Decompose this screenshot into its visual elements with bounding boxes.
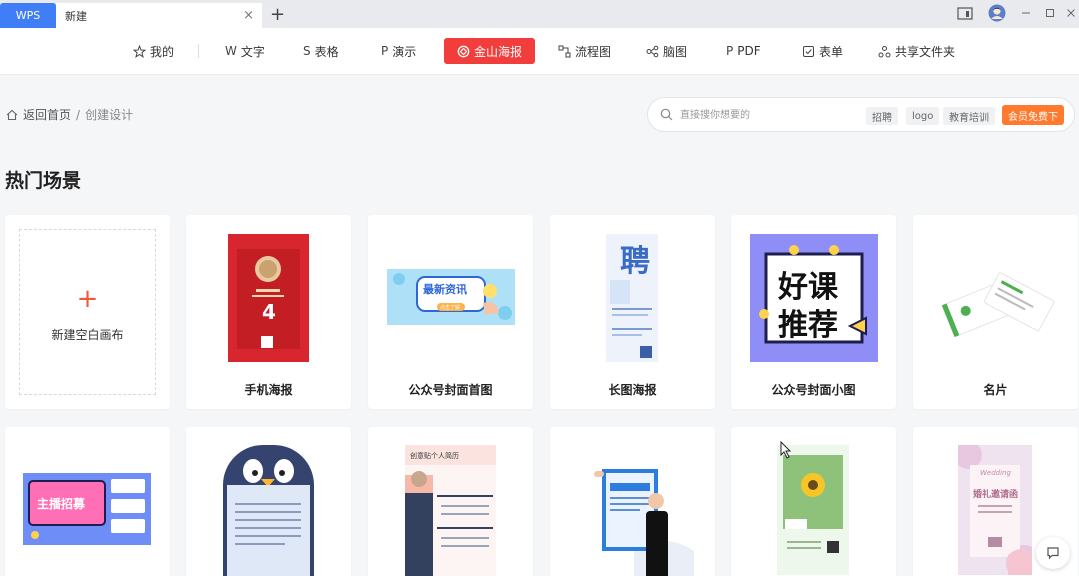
nav-label-sheet: 表格 (314, 44, 339, 59)
nav-label-mine: 我的 (150, 44, 175, 59)
title-bar: WPS 新建 × + (0, 0, 1079, 28)
nav-item-shared-folder[interactable]: 共享文件夹 (878, 38, 955, 64)
template-card-penguin[interactable] (186, 427, 351, 576)
slides-icon: P (381, 44, 389, 58)
nav-label-slides: 演示 (392, 44, 417, 59)
tab-new[interactable]: 新建 × (56, 3, 262, 28)
nav-label-writer: 文字 (240, 44, 265, 59)
poster-icon (457, 45, 470, 57)
search-input[interactable] (680, 105, 880, 125)
blank-canvas-label: 新建空白画布 (51, 328, 124, 342)
nav-label-form: 表单 (819, 44, 844, 59)
nav-label-mindmap: 脑图 (663, 44, 688, 59)
penguin-letter-thumbnail (223, 445, 314, 576)
vacation-poster-thumbnail (594, 461, 694, 576)
template-card-resume[interactable]: 创意贴个人简历 (368, 427, 533, 576)
search-tag-recruit[interactable]: 招聘 (866, 107, 898, 125)
resume-thumbnail: 创意贴个人简历 (405, 445, 496, 576)
nav-item-form[interactable]: 表单 (802, 38, 843, 64)
wechat-cover-subtitle: 点击了解 (440, 305, 461, 311)
template-card-sunflower-poster[interactable] (731, 427, 896, 576)
card-label-wechat-small-cover: 公众号封面小图 (771, 383, 856, 397)
template-card-business-card[interactable]: 名片 (913, 215, 1078, 409)
app-nav-bar: 我的 W 文字 S 表格 P 演示 金山海报 流程图 脑图 P PDF 表单 共… (0, 28, 1079, 75)
back-home-link[interactable]: 返回首页 (23, 106, 71, 123)
nav-item-writer[interactable]: W 文字 (225, 38, 265, 64)
template-card-live-recruit[interactable]: 主播招募 (5, 427, 170, 576)
nav-label-poster: 金山海报 (474, 44, 523, 59)
mindmap-icon (646, 45, 659, 57)
nav-label-flowchart: 流程图 (575, 44, 612, 59)
template-card-long-poster[interactable]: 聘 长图海报 (550, 215, 715, 409)
nav-item-poster[interactable]: 金山海报 (444, 38, 536, 64)
nav-item-mindmap[interactable]: 脑图 (646, 38, 687, 64)
long-poster-thumbnail: 聘 (606, 234, 658, 362)
new-tab-button[interactable]: + (270, 4, 285, 25)
card-label-mobile-poster: 手机海报 (244, 383, 293, 397)
mouse-cursor-icon (780, 441, 792, 459)
plus-icon: + (76, 284, 99, 314)
pdf-icon: P (726, 44, 734, 58)
template-card-mobile-poster[interactable]: 4 手机海报 (186, 215, 351, 409)
nav-item-slides[interactable]: P 演示 (381, 38, 416, 64)
wedding-en-title: Wedding (980, 469, 1011, 477)
nav-item-flowchart[interactable]: 流程图 (558, 38, 611, 64)
wedding-invitation-thumbnail: Wedding 婚礼邀请函 (958, 445, 1032, 575)
card-label-business-card: 名片 (983, 383, 1008, 397)
medal-number: 4 (262, 300, 276, 324)
tab-close-icon[interactable]: × (243, 8, 254, 23)
chat-bubble-icon (1047, 547, 1059, 560)
shared-folder-icon (878, 45, 891, 57)
wechat-small-cover-thumbnail: 好课 推荐 (750, 234, 878, 362)
close-window-icon[interactable] (1063, 3, 1079, 23)
template-card-vacation-poster[interactable] (550, 427, 715, 576)
wps-home-tab[interactable]: WPS (0, 3, 56, 28)
resume-title: 创意贴个人简历 (410, 452, 459, 460)
live-recruit-title: 主播招募 (37, 497, 86, 511)
nav-item-pdf[interactable]: P PDF (726, 38, 761, 64)
wedding-title: 婚礼邀请函 (973, 490, 1019, 500)
sheet-icon: S (303, 44, 311, 58)
home-icon[interactable] (6, 109, 18, 121)
breadcrumb: 返回首页 / 创建设计 (6, 106, 133, 123)
writer-icon: W (225, 44, 237, 58)
mobile-poster-thumbnail: 4 (228, 234, 309, 362)
form-icon (803, 45, 814, 57)
nav-divider (198, 44, 199, 58)
feedback-chat-button[interactable] (1036, 537, 1070, 569)
long-poster-title: 聘 (620, 244, 650, 279)
template-card-wechat-small-cover[interactable]: 好课 推荐 公众号封面小图 (731, 215, 896, 409)
window-layout-icon[interactable] (955, 3, 975, 23)
section-title: 热门场景 (5, 170, 82, 192)
star-icon (133, 44, 146, 58)
maximize-icon[interactable] (1042, 3, 1058, 23)
template-card-wechat-cover[interactable]: 最新资讯 点击了解 公众号封面首图 (368, 215, 533, 409)
flowchart-icon (558, 45, 571, 57)
member-free-download-button[interactable]: 会员免费下 (1002, 105, 1064, 125)
breadcrumb-current: 创建设计 (85, 108, 134, 122)
card-label-long-poster: 长图海报 (608, 383, 657, 397)
wechat-cover-thumbnail: 最新资讯 点击了解 (387, 269, 515, 325)
wechat-cover-title: 最新资讯 (423, 283, 467, 296)
nav-item-mine[interactable]: 我的 (133, 38, 174, 64)
minimize-icon[interactable] (1018, 3, 1034, 23)
new-blank-canvas-card[interactable]: + 新建空白画布 (5, 215, 170, 409)
search-tag-education[interactable]: 教育培训 (943, 107, 995, 125)
breadcrumb-separator: / (76, 107, 81, 122)
tab-new-label: 新建 (65, 9, 87, 23)
small-cover-line2: 推荐 (778, 308, 838, 343)
search-icon (660, 108, 673, 121)
nav-label-shared-folder: 共享文件夹 (895, 44, 956, 59)
search-tag-logo[interactable]: logo (906, 107, 940, 125)
nav-item-sheet[interactable]: S 表格 (303, 38, 339, 64)
user-avatar[interactable] (987, 3, 1007, 23)
nav-label-pdf: PDF (737, 44, 761, 58)
card-label-wechat-cover: 公众号封面首图 (408, 383, 493, 397)
blank-canvas-dropzone: + 新建空白画布 (19, 229, 156, 395)
live-recruit-thumbnail: 主播招募 (23, 473, 151, 545)
template-search: 招聘 logo 教育培训 会员免费下 (647, 97, 1075, 132)
business-card-thumbnail (935, 255, 1055, 341)
sunflower-poster-thumbnail (777, 445, 849, 575)
